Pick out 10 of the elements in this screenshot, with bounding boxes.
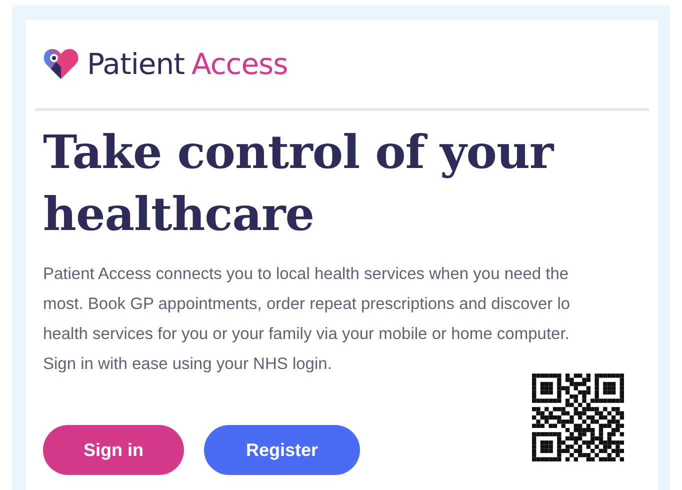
register-button[interactable]: Register (204, 425, 360, 475)
heart-pin-logo-icon (43, 48, 79, 80)
page-heading: Take control of your healthcare (43, 124, 556, 243)
logo-text: Patient (87, 47, 184, 81)
intro-text: most. Book GP appointments, order repeat prescriptions and discover lo (43, 294, 572, 315)
intro-text: Sign in with ease using your NHS login. (43, 354, 333, 375)
intro-text: Patient Access connects you to local health services when you need the (43, 264, 570, 285)
intro-text: health services for you or your family via your mobile or home computer. (43, 324, 570, 345)
logo-text: Access (191, 47, 288, 81)
sign-in-button[interactable]: Sign in (43, 425, 184, 475)
